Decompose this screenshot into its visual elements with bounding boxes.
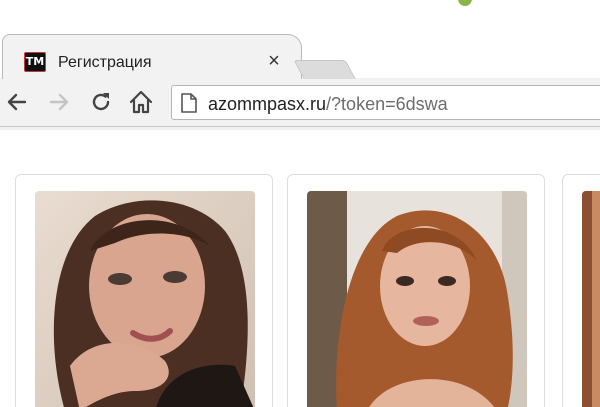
tab-title: Регистрация: [58, 54, 152, 71]
profile-card[interactable]: [15, 174, 273, 407]
cropped-page-header: ⁀⁀⁀⁀⁀⁀⁀⁀⁀⁀⁀⁀⁀⁀⁀⁀⁀⁀⁀⁀⁀⁀⁀⁀⁀⁀⁀⁀⁀⁀⁀⁀: [0, 0, 600, 20]
url-text[interactable]: azommpasx.ru/?token=6dswa: [208, 94, 448, 115]
profile-photo[interactable]: [582, 191, 600, 407]
address-bar[interactable]: azommpasx.ru/?token=6dswa: [171, 85, 600, 120]
active-tab[interactable]: TM Регистрация ×: [2, 34, 302, 80]
forward-arrow-icon: [49, 93, 69, 111]
reload-button[interactable]: [86, 87, 116, 117]
close-icon[interactable]: ×: [264, 51, 284, 71]
profile-card[interactable]: [287, 174, 545, 407]
browser-chrome: TM Регистрация × azommpasx.ru/?token=6ds…: [0, 22, 600, 130]
profile-photo[interactable]: [307, 191, 527, 407]
back-arrow-icon: [7, 93, 27, 111]
home-icon: [129, 90, 153, 114]
browser-toolbar: azommpasx.ru/?token=6dswa: [0, 79, 600, 127]
profile-card[interactable]: [562, 174, 600, 407]
tab-strip: TM Регистрация ×: [0, 22, 600, 84]
url-path: /?token=6dswa: [326, 94, 448, 114]
site-favicon-icon: TM: [24, 52, 46, 72]
home-button[interactable]: [126, 87, 156, 117]
cropped-header-text: ⁀⁀⁀⁀⁀⁀⁀⁀⁀⁀⁀⁀⁀⁀⁀⁀⁀⁀⁀⁀⁀⁀⁀⁀⁀⁀⁀⁀⁀⁀⁀⁀: [22, 0, 600, 13]
page-content: [0, 130, 600, 407]
url-domain: azommpasx.ru: [208, 94, 327, 114]
back-button[interactable]: [2, 87, 32, 117]
reload-icon: [92, 93, 110, 111]
page-icon: [181, 93, 197, 113]
forward-button[interactable]: [44, 87, 74, 117]
profile-photo[interactable]: [35, 191, 255, 407]
